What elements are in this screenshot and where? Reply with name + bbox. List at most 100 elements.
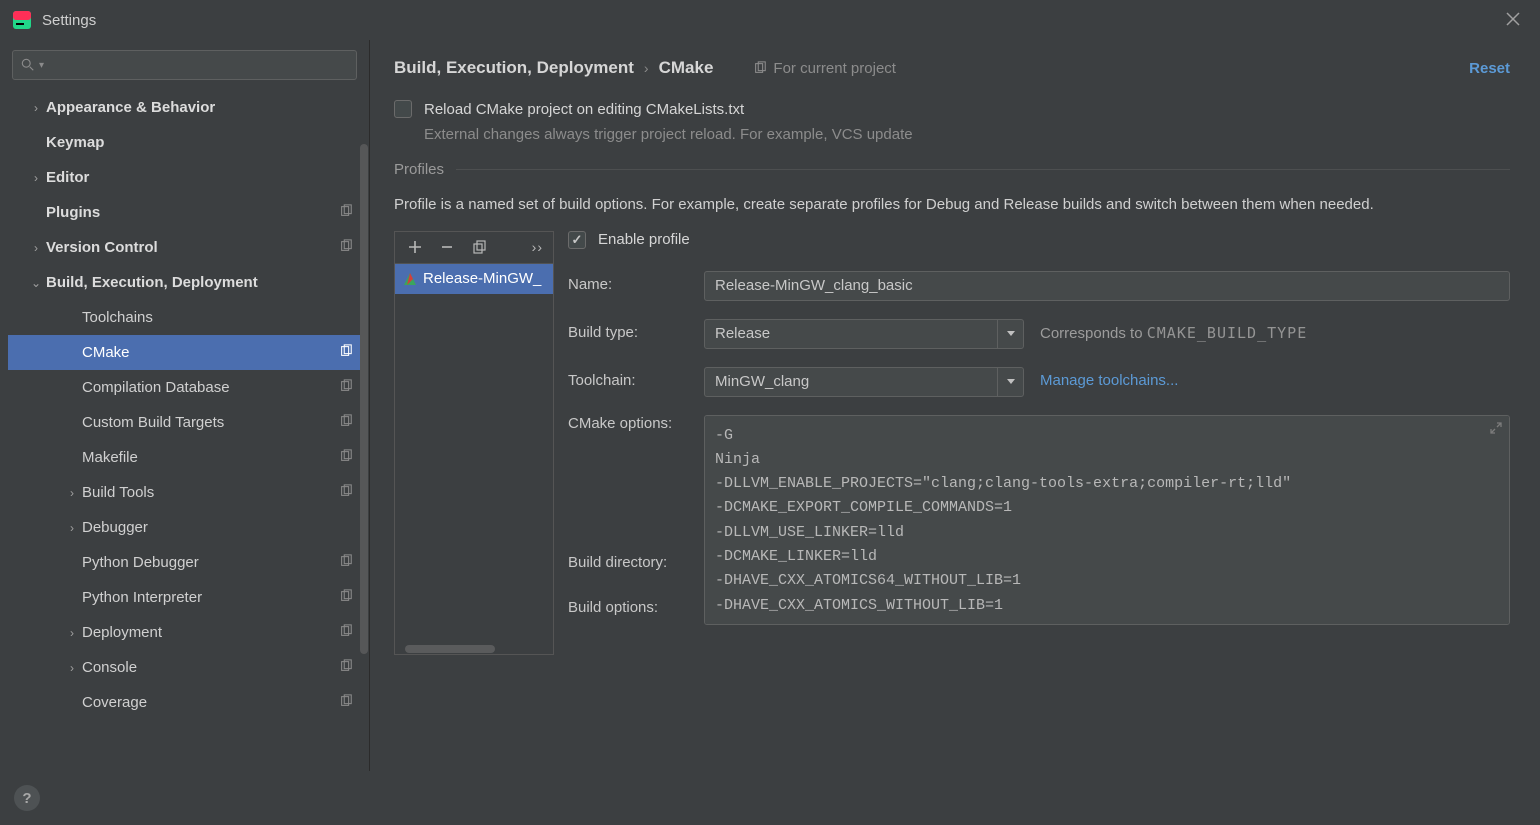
profiles-toolbar-more[interactable]: ›› (528, 239, 547, 255)
footer: ? (0, 771, 1540, 825)
project-config-icon (339, 414, 353, 432)
toolchain-select[interactable]: MinGW_clang (704, 367, 1024, 397)
sidebar-item-build-tools[interactable]: ›Build Tools (8, 475, 361, 510)
name-input[interactable] (704, 271, 1510, 301)
sidebar-item-label: Custom Build Targets (82, 414, 333, 431)
build-options-label: Build options: (568, 599, 688, 616)
sidebar-item-console[interactable]: ›Console (8, 650, 361, 685)
cmake-icon (403, 272, 417, 286)
profile-list[interactable]: Release-MinGW_ (395, 264, 553, 644)
breadcrumb-current: CMake (659, 58, 714, 78)
reload-cmake-label: Reload CMake project on editing CMakeLis… (424, 101, 744, 118)
sidebar-item-label: Editor (46, 169, 353, 186)
toolchain-label: Toolchain: (568, 367, 688, 389)
help-button[interactable]: ? (14, 785, 40, 811)
profiles-toolbar: ›› (395, 232, 553, 264)
profiles-hscrollbar[interactable] (395, 644, 553, 654)
reload-cmake-hint: External changes always trigger project … (424, 126, 1510, 143)
chevron-right-icon[interactable]: › (62, 661, 82, 675)
app-icon (12, 10, 32, 30)
sidebar-item-label: Appearance & Behavior (46, 99, 353, 116)
build-directory-label: Build directory: (568, 554, 688, 571)
chevron-right-icon[interactable]: › (62, 521, 82, 535)
sidebar-item-label: Compilation Database (82, 379, 333, 396)
breadcrumb-parent[interactable]: Build, Execution, Deployment (394, 58, 634, 78)
project-config-icon (339, 589, 353, 607)
reload-cmake-checkbox[interactable] (394, 100, 412, 118)
profiles-panel: ›› Release-MinGW_ (394, 231, 554, 655)
breadcrumb-row: Build, Execution, Deployment › CMake For… (394, 58, 1510, 78)
project-config-icon (339, 344, 353, 362)
project-config-icon (339, 659, 353, 677)
chevron-down-icon[interactable]: ⌄ (26, 276, 46, 290)
enable-profile-label: Enable profile (598, 231, 690, 248)
sidebar-item-debugger[interactable]: ›Debugger (8, 510, 361, 545)
chevron-down-icon (997, 368, 1023, 396)
remove-profile-button[interactable] (433, 235, 461, 259)
build-type-hint: Corresponds to CMAKE_BUILD_TYPE (1040, 319, 1307, 342)
sidebar-item-plugins[interactable]: Plugins (8, 195, 361, 230)
sidebar-item-label: Console (82, 659, 333, 676)
sidebar-item-label: Build Tools (82, 484, 333, 501)
chevron-right-icon[interactable]: › (26, 241, 46, 255)
sidebar-item-coverage[interactable]: Coverage (8, 685, 361, 720)
settings-window: Settings ▾ ›Appearance & BehaviorKeymap›… (0, 0, 1540, 825)
sidebar-item-label: Makefile (82, 449, 333, 466)
build-type-label: Build type: (568, 319, 688, 341)
profile-form: Enable profile Name: Build type: Release (568, 231, 1510, 630)
project-config-icon (339, 449, 353, 467)
sidebar-item-makefile[interactable]: Makefile (8, 440, 361, 475)
project-config-icon (339, 484, 353, 502)
sidebar-item-label: Deployment (82, 624, 333, 641)
search-history-caret[interactable]: ▾ (39, 60, 44, 71)
chevron-right-icon[interactable]: › (62, 486, 82, 500)
name-label: Name: (568, 271, 688, 293)
sidebar-item-build-execution-deployment[interactable]: ⌄Build, Execution, Deployment (8, 265, 361, 300)
sidebar-item-label: Version Control (46, 239, 333, 256)
sidebar-item-compilation-database[interactable]: Compilation Database (8, 370, 361, 405)
enable-profile-checkbox[interactable] (568, 231, 586, 249)
sidebar-item-deployment[interactable]: ›Deployment (8, 615, 361, 650)
settings-tree[interactable]: ›Appearance & BehaviorKeymap›EditorPlugi… (8, 90, 361, 771)
sidebar-item-label: Debugger (82, 519, 353, 536)
sidebar-item-label: Keymap (46, 134, 353, 151)
chevron-right-icon[interactable]: › (26, 171, 46, 185)
project-config-icon (339, 694, 353, 712)
sidebar-item-label: Python Interpreter (82, 589, 333, 606)
cmake-options-label: CMake options: (568, 415, 688, 432)
close-icon[interactable] (1498, 6, 1528, 35)
profile-item[interactable]: Release-MinGW_ (395, 264, 553, 294)
sidebar-item-editor[interactable]: ›Editor (8, 160, 361, 195)
sidebar-scrollbar[interactable] (360, 144, 368, 654)
sidebar-item-version-control[interactable]: ›Version Control (8, 230, 361, 265)
project-config-icon (339, 239, 353, 257)
copy-icon (753, 61, 767, 75)
sidebar-item-python-interpreter[interactable]: Python Interpreter (8, 580, 361, 615)
sidebar-item-toolchains[interactable]: Toolchains (8, 300, 361, 335)
sidebar-item-keymap[interactable]: Keymap (8, 125, 361, 160)
build-type-select[interactable]: Release (704, 319, 1024, 349)
project-config-icon (339, 204, 353, 222)
sidebar-item-custom-build-targets[interactable]: Custom Build Targets (8, 405, 361, 440)
chevron-right-icon[interactable]: › (26, 101, 46, 115)
sidebar-item-cmake[interactable]: CMake (8, 335, 361, 370)
chevron-right-icon[interactable]: › (62, 626, 82, 640)
profile-item-label: Release-MinGW_ (423, 270, 541, 287)
search-input[interactable]: ▾ (12, 50, 357, 80)
sidebar-item-label: Toolchains (82, 309, 353, 326)
reset-button[interactable]: Reset (1469, 60, 1510, 77)
sidebar-item-label: Build, Execution, Deployment (46, 274, 353, 291)
expand-icon[interactable] (1490, 421, 1502, 439)
add-profile-button[interactable] (401, 235, 429, 259)
sidebar-item-appearance-behavior[interactable]: ›Appearance & Behavior (8, 90, 361, 125)
manage-toolchains-link[interactable]: Manage toolchains... (1040, 367, 1178, 389)
copy-profile-button[interactable] (465, 235, 493, 259)
content-panel: Build, Execution, Deployment › CMake For… (370, 40, 1540, 771)
sidebar-item-python-debugger[interactable]: Python Debugger (8, 545, 361, 580)
sidebar-item-label: Python Debugger (82, 554, 333, 571)
cmake-options-textarea[interactable] (704, 415, 1510, 625)
sidebar-item-label: Plugins (46, 204, 333, 221)
reload-cmake-row: Reload CMake project on editing CMakeLis… (394, 100, 1510, 118)
project-config-icon (339, 379, 353, 397)
sidebar: ▾ ›Appearance & BehaviorKeymap›EditorPlu… (0, 40, 370, 771)
